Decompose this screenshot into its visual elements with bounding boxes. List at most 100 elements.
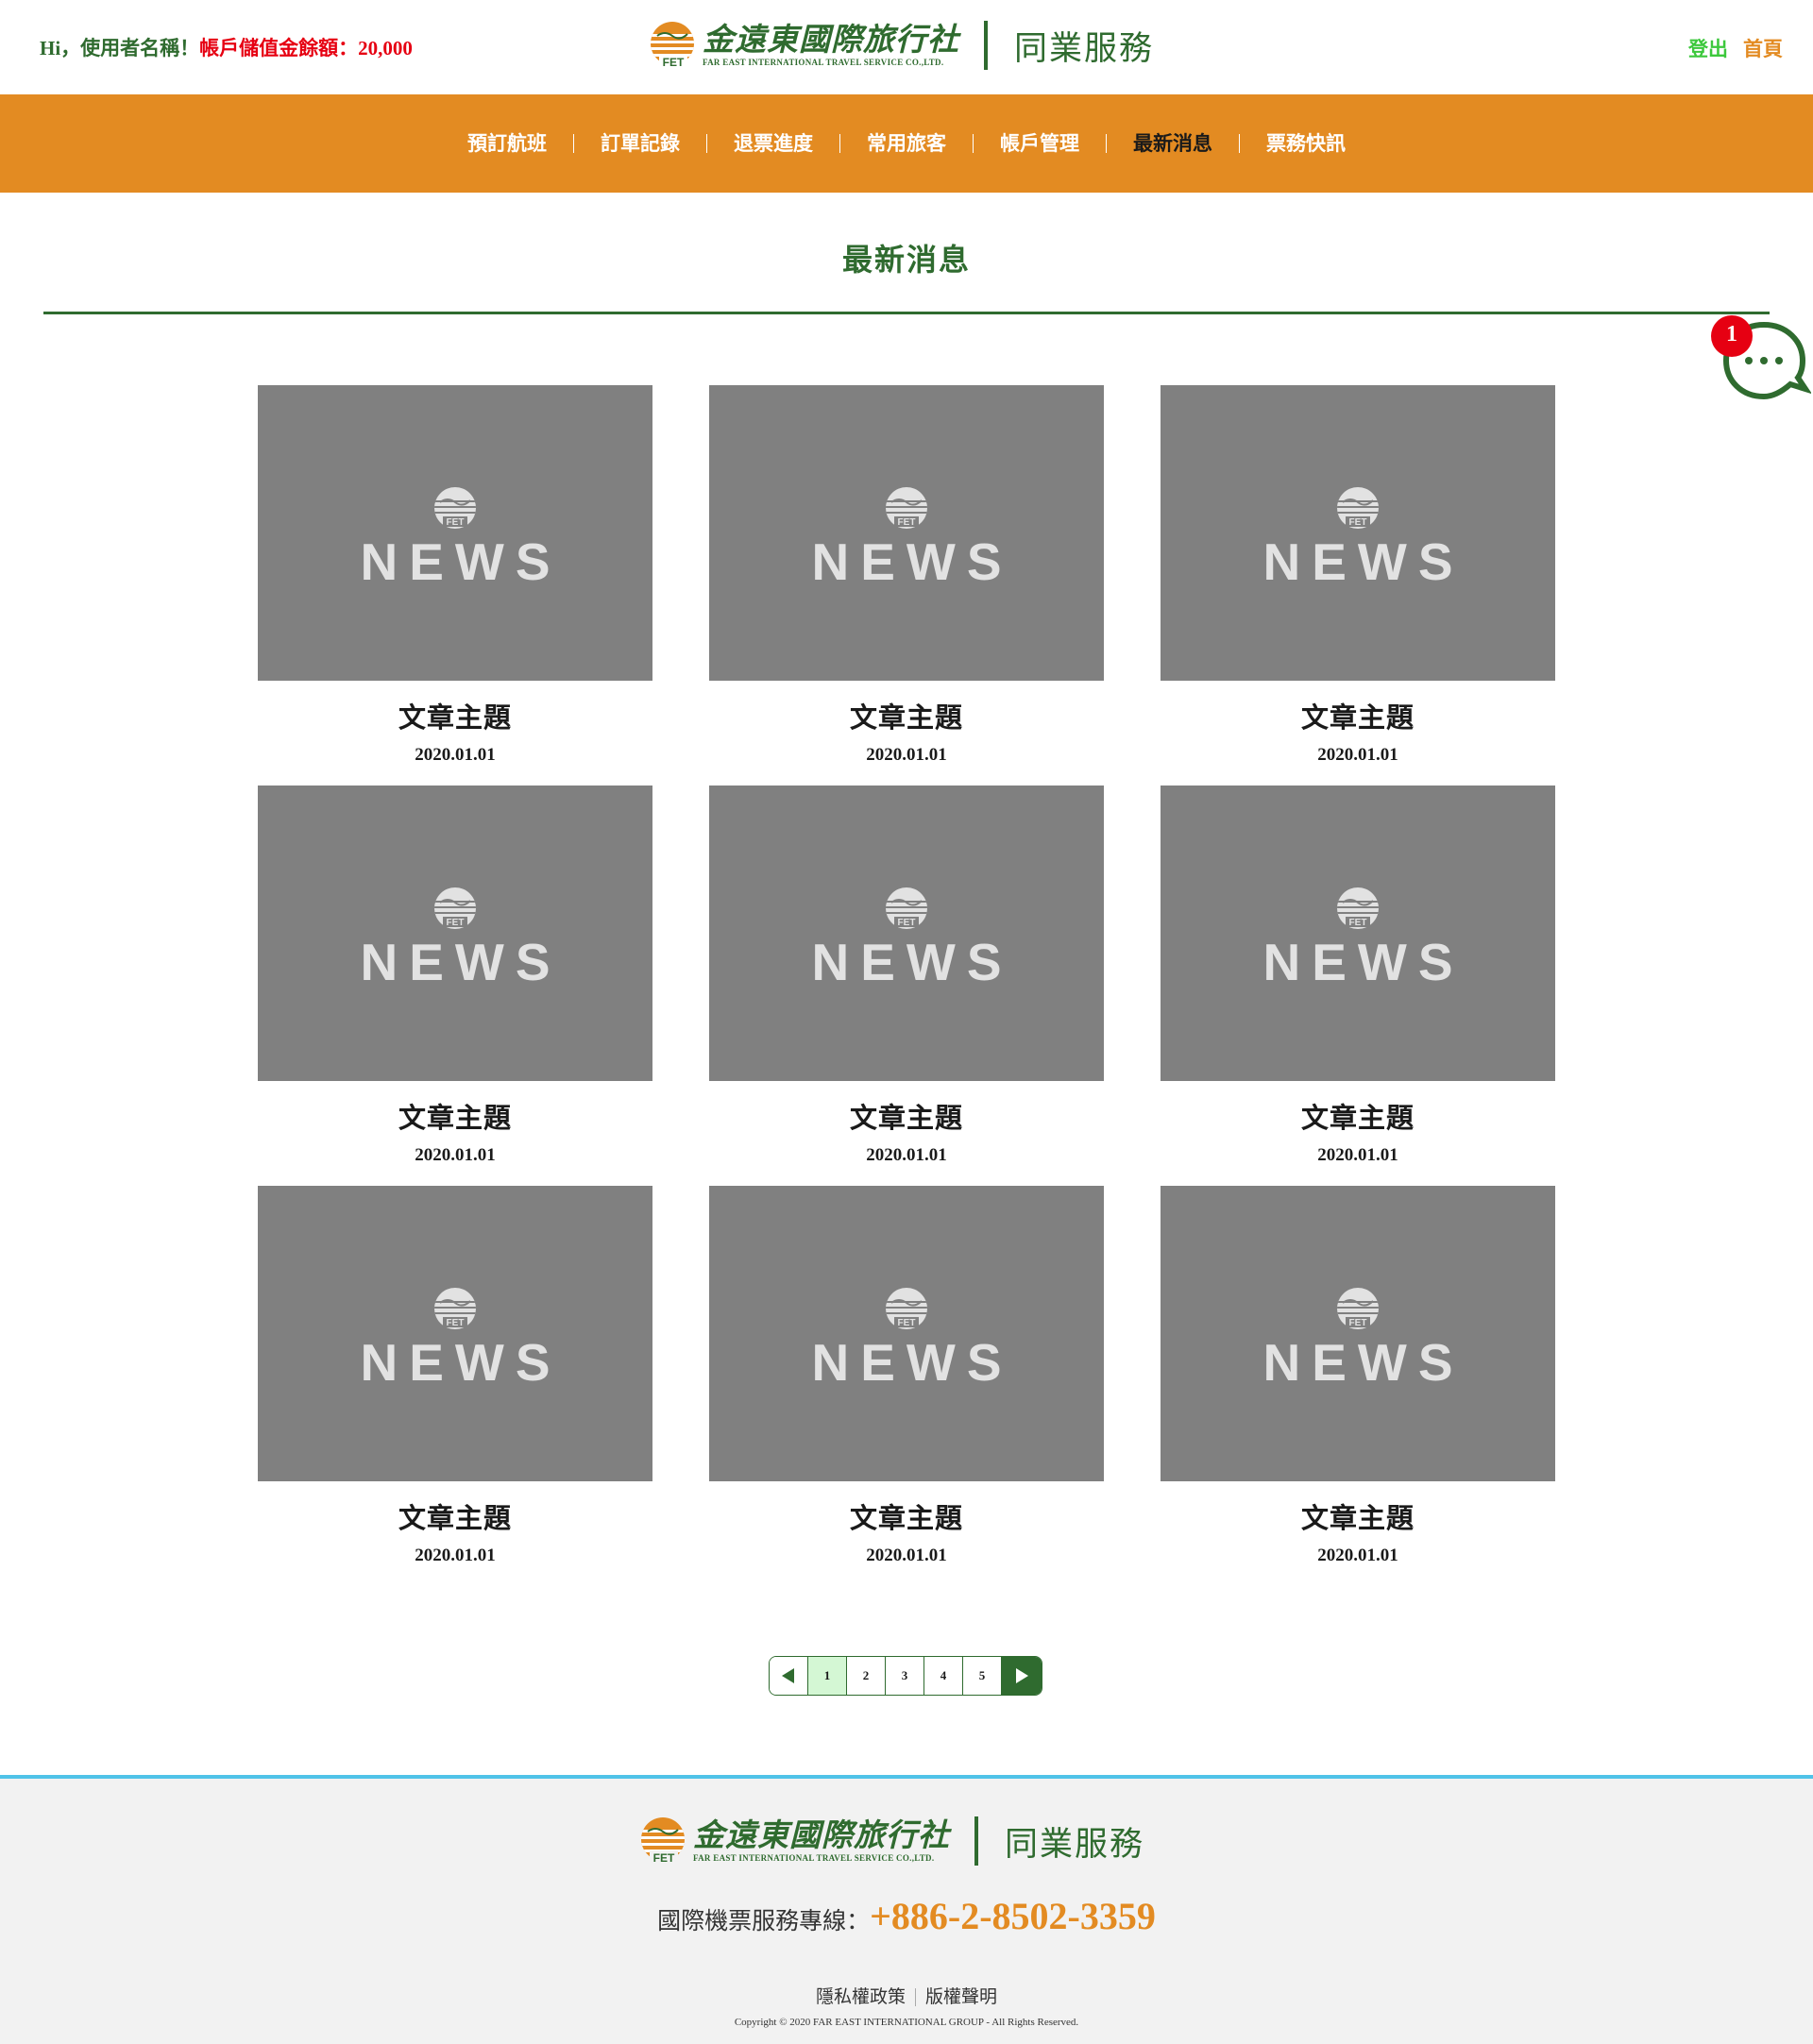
fet-logo-icon: FET — [886, 887, 927, 929]
copyright-text: Copyright © 2020 FAR EAST INTERNATIONAL … — [734, 2017, 1079, 2028]
logo-divider — [984, 21, 988, 70]
nav-item-account[interactable]: 帳戶管理 — [974, 94, 1106, 193]
service-title: 同業服務 — [1005, 1825, 1145, 1864]
copyright-statement-link[interactable]: 版權聲明 — [925, 1986, 997, 2007]
page-button-1[interactable]: 1 — [808, 1657, 847, 1695]
news-card[interactable]: FET NEWS 文章主題 2020.01.01 — [1161, 786, 1555, 1166]
svg-text:FET: FET — [1349, 1318, 1367, 1328]
chat-badge: 1 — [1711, 315, 1753, 357]
news-card[interactable]: FET NEWS 文章主題 2020.01.01 — [1161, 385, 1555, 766]
news-thumb-word: NEWS — [811, 933, 1013, 991]
news-thumbnail[interactable]: FET NEWS — [1161, 385, 1555, 681]
svg-text:FET: FET — [1349, 517, 1367, 528]
fet-logo-icon: FET — [886, 487, 927, 529]
logo-chinese-name: 金遠東國際旅行社 — [693, 1816, 950, 1853]
news-thumbnail[interactable]: FET NEWS — [258, 385, 652, 681]
news-thumb-word: NEWS — [1262, 532, 1465, 591]
page-button-5[interactable]: 5 — [963, 1657, 1002, 1695]
logo-divider — [974, 1816, 978, 1866]
hotline-number[interactable]: +886-2-8502-3359 — [870, 1895, 1156, 1937]
nav-item-order-history[interactable]: 訂單記錄 — [574, 94, 706, 193]
news-title[interactable]: 文章主題 — [709, 1096, 1104, 1136]
news-thumb-word: NEWS — [1262, 933, 1465, 991]
news-date: 2020.01.01 — [866, 1145, 947, 1165]
hotline: 國際機票服務專線：+886-2-8502-3359 — [0, 1894, 1813, 1938]
fet-logo-icon: FET — [640, 1816, 687, 1866]
nav-item-frequent-travelers[interactable]: 常用旅客 — [840, 94, 973, 193]
page-button-2[interactable]: 2 — [847, 1657, 886, 1695]
news-thumbnail[interactable]: FET NEWS — [258, 1186, 652, 1481]
greeting-text: Hi，使用者名稱！ — [40, 37, 200, 59]
svg-text:FET: FET — [447, 918, 465, 928]
news-thumb-word: NEWS — [360, 532, 562, 591]
chat-button[interactable]: 1 — [1711, 315, 1811, 415]
title-divider — [43, 312, 1770, 314]
news-title[interactable]: 文章主題 — [1161, 1496, 1555, 1536]
news-date: 2020.01.01 — [1317, 1546, 1398, 1565]
news-date: 2020.01.01 — [866, 745, 947, 765]
top-links: 登出 首頁 — [1688, 34, 1783, 62]
news-thumbnail[interactable]: FET NEWS — [1161, 1186, 1555, 1481]
nav-item-news[interactable]: 最新消息 — [1107, 94, 1239, 193]
svg-text:FET: FET — [447, 517, 465, 528]
news-title[interactable]: 文章主題 — [1161, 696, 1555, 735]
privacy-policy-link[interactable]: 隱私權政策 — [816, 1986, 906, 2007]
service-title: 同業服務 — [1014, 29, 1155, 68]
nav-item-ticket-alerts[interactable]: 票務快訊 — [1240, 94, 1372, 193]
news-card[interactable]: FET NEWS 文章主題 2020.01.01 — [1161, 1186, 1555, 1566]
fet-logo-icon: FET — [650, 21, 697, 70]
news-card[interactable]: FET NEWS 文章主題 2020.01.01 — [258, 1186, 652, 1566]
arrow-left-icon — [782, 1668, 794, 1683]
logo-chinese-name: 金遠東國際旅行社 — [703, 21, 959, 58]
news-title[interactable]: 文章主題 — [709, 696, 1104, 735]
next-page-button[interactable] — [1002, 1657, 1042, 1695]
news-title[interactable]: 文章主題 — [258, 696, 652, 735]
logo-mark-text: FET — [663, 56, 685, 69]
header-logo[interactable]: FET 金遠東國際旅行社 FAR EAST INTERNATIONAL TRAV… — [650, 21, 1154, 70]
news-date: 2020.01.01 — [415, 745, 496, 765]
news-card[interactable]: FET NEWS 文章主題 2020.01.01 — [258, 385, 652, 766]
news-thumbnail[interactable]: FET NEWS — [709, 786, 1104, 1081]
fet-logo-icon: FET — [886, 1288, 927, 1329]
news-thumb-word: NEWS — [360, 933, 562, 991]
home-link[interactable]: 首頁 — [1743, 34, 1783, 62]
news-title[interactable]: 文章主題 — [258, 1096, 652, 1136]
news-card[interactable]: FET NEWS 文章主題 2020.01.01 — [258, 786, 652, 1166]
nav-item-book-flight[interactable]: 預訂航班 — [441, 94, 573, 193]
prev-page-button[interactable] — [770, 1657, 808, 1695]
svg-text:FET: FET — [1349, 918, 1367, 928]
fet-logo-icon: FET — [434, 487, 476, 529]
svg-text:FET: FET — [898, 1318, 916, 1328]
pagination: 1 2 3 4 5 — [769, 1656, 1042, 1696]
news-date: 2020.01.01 — [415, 1145, 496, 1165]
page-button-3[interactable]: 3 — [886, 1657, 924, 1695]
news-thumbnail[interactable]: FET NEWS — [709, 1186, 1104, 1481]
hotline-label: 國際機票服務專線： — [657, 1907, 871, 1934]
news-thumbnail[interactable]: FET NEWS — [709, 385, 1104, 681]
news-date: 2020.01.01 — [1317, 1145, 1398, 1165]
nav-item-refund-progress[interactable]: 退票進度 — [707, 94, 839, 193]
news-card[interactable]: FET NEWS 文章主題 2020.01.01 — [709, 385, 1104, 766]
logo-english-name: FAR EAST INTERNATIONAL TRAVEL SERVICE CO… — [703, 58, 944, 67]
news-date: 2020.01.01 — [1317, 745, 1398, 765]
news-date: 2020.01.01 — [866, 1546, 947, 1565]
news-thumbnail[interactable]: FET NEWS — [1161, 786, 1555, 1081]
page-button-4[interactable]: 4 — [924, 1657, 963, 1695]
logout-link[interactable]: 登出 — [1688, 34, 1728, 62]
logo-english-name: FAR EAST INTERNATIONAL TRAVEL SERVICE CO… — [693, 1853, 935, 1863]
news-card[interactable]: FET NEWS 文章主題 2020.01.01 — [709, 1186, 1104, 1566]
fet-logo-icon: FET — [434, 887, 476, 929]
balance-text: 帳戶儲值金餘額：20,000 — [199, 37, 413, 59]
news-title[interactable]: 文章主題 — [258, 1496, 652, 1536]
news-thumbnail[interactable]: FET NEWS — [258, 786, 652, 1081]
svg-text:FET: FET — [898, 517, 916, 528]
news-thumb-word: NEWS — [811, 532, 1013, 591]
news-title[interactable]: 文章主題 — [709, 1496, 1104, 1536]
logo-mark-text: FET — [653, 1851, 675, 1865]
news-card[interactable]: FET NEWS 文章主題 2020.01.01 — [709, 786, 1104, 1166]
news-thumb-word: NEWS — [360, 1333, 562, 1392]
news-thumb-word: NEWS — [1262, 1333, 1465, 1392]
news-title[interactable]: 文章主題 — [1161, 1096, 1555, 1136]
top-bar: Hi，使用者名稱！帳戶儲值金餘額：20,000 FET 金遠東國際旅行社 FAR… — [0, 0, 1813, 94]
footer-logo[interactable]: FET 金遠東國際旅行社 FAR EAST INTERNATIONAL TRAV… — [640, 1816, 1144, 1866]
